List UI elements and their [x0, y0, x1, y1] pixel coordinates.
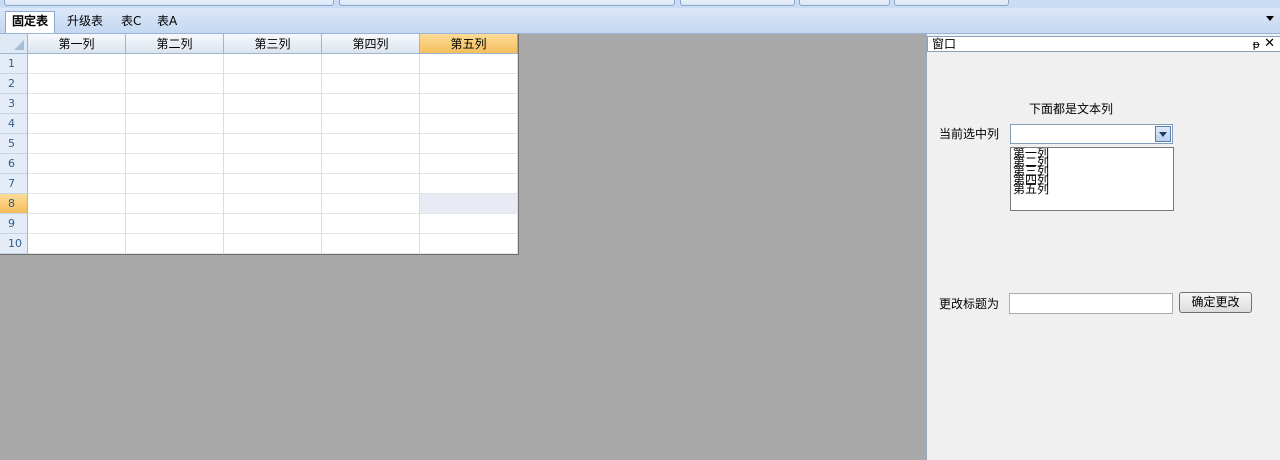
grid-cell[interactable] [224, 154, 322, 174]
grid-cell[interactable] [28, 214, 126, 234]
grid-cell[interactable] [224, 134, 322, 154]
ribbon-button-2[interactable] [339, 0, 675, 6]
grid-cell[interactable] [28, 54, 126, 74]
grid-cell[interactable] [420, 94, 518, 114]
grid-cell[interactable] [126, 134, 224, 154]
panel-titlebar: 窗口 ᵽ ✕ [927, 36, 1280, 52]
grid-cell[interactable] [420, 214, 518, 234]
current-column-combobox[interactable] [1010, 124, 1173, 144]
grid-cell[interactable] [322, 194, 420, 214]
grid-cell[interactable] [322, 174, 420, 194]
grid-cell[interactable] [28, 174, 126, 194]
grid-cell[interactable] [126, 94, 224, 114]
column-header[interactable]: 第五列 [420, 34, 518, 54]
list-item[interactable]: 第五列 [1013, 183, 1173, 195]
data-grid[interactable]: 第一列 第二列 第三列 第四列 第五列 1 2 3 4 5 6 7 8 9 10 [0, 34, 519, 255]
rename-title-input[interactable] [1009, 293, 1173, 314]
grid-cell[interactable] [28, 234, 126, 254]
tab-table-c[interactable]: 表C [115, 12, 147, 32]
chevron-down-icon [1159, 132, 1167, 137]
panel-title: 窗口 [932, 37, 957, 51]
grid-cell[interactable] [28, 114, 126, 134]
column-options-list[interactable]: 第一列 第二列 第三列 第四列 第五列 [1010, 147, 1174, 211]
ribbon-button-4[interactable] [799, 0, 890, 6]
grid-cell[interactable] [322, 94, 420, 114]
grid-cell[interactable] [126, 194, 224, 214]
grid-cell[interactable] [322, 54, 420, 74]
column-header[interactable]: 第一列 [28, 34, 126, 54]
select-all-corner[interactable] [0, 34, 28, 54]
grid-cell[interactable] [420, 154, 518, 174]
row-header[interactable]: 4 [0, 114, 28, 134]
grid-cell[interactable] [224, 214, 322, 234]
docked-panel: 窗口 ᵽ ✕ 下面都是文本列 当前选中列 第一列 第二列 第三列 第四列 第五列… [926, 34, 1280, 460]
pin-icon[interactable]: ᵽ [1253, 37, 1260, 52]
grid-cell[interactable] [224, 114, 322, 134]
ribbon-strip [0, 0, 1280, 8]
row-header[interactable]: 5 [0, 134, 28, 154]
grid-cell[interactable] [28, 134, 126, 154]
ribbon-button-1[interactable] [4, 0, 334, 6]
grid-cell[interactable] [126, 54, 224, 74]
grid-cell[interactable] [420, 234, 518, 254]
column-header[interactable]: 第三列 [224, 34, 322, 54]
grid-cell[interactable] [126, 174, 224, 194]
grid-cell[interactable] [420, 174, 518, 194]
grid-cell[interactable] [322, 74, 420, 94]
row-header[interactable]: 6 [0, 154, 28, 174]
grid-cell[interactable] [28, 154, 126, 174]
grid-cell[interactable] [322, 114, 420, 134]
grid-cell[interactable] [224, 54, 322, 74]
ribbon-button-5[interactable] [894, 0, 1009, 6]
grid-cell[interactable] [322, 154, 420, 174]
grid-cell[interactable] [420, 74, 518, 94]
confirm-rename-button[interactable]: 确定更改 [1179, 292, 1252, 313]
grid-cell[interactable] [224, 234, 322, 254]
grid-cell[interactable] [126, 154, 224, 174]
grid-cell[interactable] [126, 234, 224, 254]
grid-cell[interactable] [420, 54, 518, 74]
grid-cell[interactable] [224, 194, 322, 214]
grid-cell[interactable] [28, 94, 126, 114]
text-columns-note: 下面都是文本列 [1029, 102, 1114, 116]
rename-title-label: 更改标题为 [939, 297, 1000, 311]
grid-cell[interactable] [126, 114, 224, 134]
column-header[interactable]: 第二列 [126, 34, 224, 54]
row-header[interactable]: 9 [0, 214, 28, 234]
tab-list-dropdown-icon[interactable] [1266, 16, 1274, 21]
grid-cell[interactable] [126, 214, 224, 234]
grid-cell[interactable] [322, 214, 420, 234]
grid-cell[interactable] [420, 114, 518, 134]
current-column-label: 当前选中列 [939, 127, 1000, 141]
grid-cell[interactable] [28, 74, 126, 94]
row-header[interactable]: 2 [0, 74, 28, 94]
tab-fixed-table[interactable]: 固定表 [5, 11, 56, 33]
row-header[interactable]: 1 [0, 54, 28, 74]
ribbon-button-3[interactable] [680, 0, 795, 6]
row-header[interactable]: 3 [0, 94, 28, 114]
grid-cell[interactable] [224, 94, 322, 114]
grid-cell[interactable] [224, 74, 322, 94]
row-header[interactable]: 7 [0, 174, 28, 194]
select-all-icon [14, 40, 24, 50]
grid-cell[interactable] [224, 174, 322, 194]
row-header[interactable]: 10 [0, 234, 28, 254]
row-header[interactable]: 8 [0, 194, 28, 214]
grid-cell[interactable] [322, 134, 420, 154]
grid-cell[interactable] [28, 194, 126, 214]
combobox-dropdown-button[interactable] [1155, 126, 1171, 142]
tab-table-a[interactable]: 表A [151, 12, 183, 32]
grid-cell[interactable] [322, 234, 420, 254]
grid-cell[interactable] [420, 194, 518, 214]
grid-cell[interactable] [126, 74, 224, 94]
document-tab-bar: 固定表 升级表 表C 表A [0, 8, 1280, 34]
grid-cell[interactable] [420, 134, 518, 154]
tab-upgrade-table[interactable]: 升级表 [61, 12, 109, 32]
close-icon[interactable]: ✕ [1264, 36, 1275, 51]
column-header[interactable]: 第四列 [322, 34, 420, 54]
